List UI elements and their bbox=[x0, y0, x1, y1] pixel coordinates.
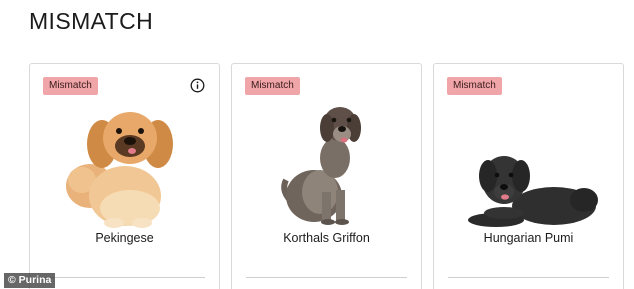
dog-card-korthals-griffon[interactable]: Mismatch Korthals Griffon bbox=[231, 63, 422, 289]
page-title: MISMATCH bbox=[29, 8, 154, 34]
dog-name: Korthals Griffon bbox=[283, 231, 370, 245]
card-divider bbox=[448, 277, 609, 278]
mismatch-badge: Mismatch bbox=[43, 77, 98, 95]
photo-credit: © Purina bbox=[4, 273, 56, 288]
dog-card-pekingese[interactable]: Mismatch Pekingese bbox=[29, 63, 220, 289]
dog-name: Pekingese bbox=[95, 231, 154, 245]
card-divider bbox=[246, 277, 407, 278]
dog-name: Hungarian Pumi bbox=[483, 231, 574, 245]
dog-card-hungarian-pumi[interactable]: Mismatch Hungarian Pumi bbox=[433, 63, 624, 289]
page: MISMATCH Mismatch Pekingese Mismatch Kor… bbox=[0, 0, 634, 289]
card-divider bbox=[44, 277, 205, 278]
mismatch-badge: Mismatch bbox=[245, 77, 300, 95]
mismatch-badge: Mismatch bbox=[447, 77, 502, 95]
info-circle-icon[interactable] bbox=[190, 78, 205, 93]
